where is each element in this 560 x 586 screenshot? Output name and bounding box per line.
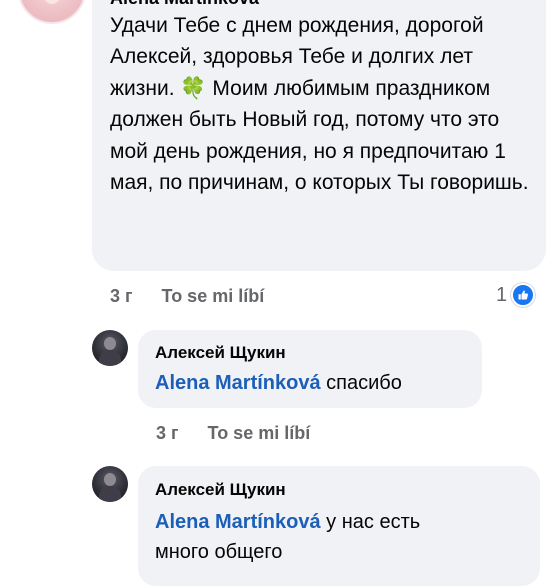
avatar-face [42,0,62,4]
reply-like-button[interactable]: To se mi líbí [208,423,311,443]
reply-message: спасибо [326,372,402,394]
reply-mention[interactable]: Alena Martínková [155,511,321,533]
avatar-torso [99,486,121,502]
reply-author[interactable]: Алексей Щукин [155,343,286,363]
reply-mention[interactable]: Alena Martínková [155,372,321,394]
reply-text: Alena Martínková у нас есть [155,507,420,537]
comment-text: Удачи Тебе с днем рождения, дорогой Алек… [110,10,530,198]
commenter-avatar[interactable] [18,0,86,24]
avatar-head [104,473,116,486]
reply-avatar[interactable] [92,330,128,366]
reply-author[interactable]: Алексей Щукин [155,480,286,500]
reply-text: Alena Martínková спасибо [155,368,402,398]
comment-author[interactable]: Alena Martínková [110,0,259,9]
avatar-torso [99,350,121,366]
like-button[interactable]: To se mi líbí [162,286,265,306]
reply-message: у нас есть [326,511,421,533]
avatar-head [104,337,116,350]
like-thumb-icon [511,283,536,307]
reaction-count: 1 [496,283,508,306]
reply-text-line2: много общего [155,541,283,563]
comment-meta: 3 г To se mi líbí [110,286,264,307]
comment-time[interactable]: 3 г [110,286,133,306]
reply-meta: 3 г To se mi líbí [156,423,310,444]
four-leaf-clover-icon: 🍀 [180,76,207,100]
reply-avatar[interactable] [92,466,128,502]
reply-time[interactable]: 3 г [156,423,179,443]
reaction-summary[interactable]: 1 [496,283,536,307]
